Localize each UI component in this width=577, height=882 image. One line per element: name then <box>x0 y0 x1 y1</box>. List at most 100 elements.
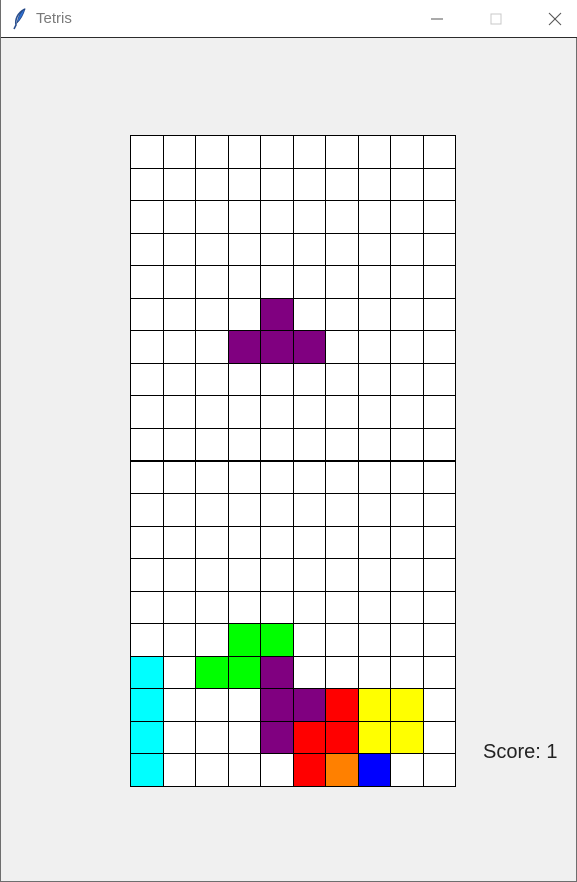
empty-cell <box>195 297 229 332</box>
empty-cell <box>162 525 196 560</box>
empty-cell <box>260 753 294 787</box>
filled-cell <box>260 720 294 755</box>
filled-cell <box>130 720 164 755</box>
empty-cell <box>292 265 326 299</box>
empty-cell <box>260 167 294 202</box>
empty-cell <box>292 167 326 202</box>
empty-cell <box>422 493 456 527</box>
empty-cell <box>292 200 326 234</box>
empty-cell <box>227 395 261 429</box>
empty-cell <box>292 623 326 657</box>
empty-cell <box>390 460 424 495</box>
filled-cell <box>325 688 359 722</box>
empty-cell <box>260 558 294 592</box>
filled-cell <box>260 330 294 364</box>
filled-cell <box>292 688 326 722</box>
empty-cell <box>422 590 456 625</box>
empty-cell <box>325 232 359 267</box>
empty-cell <box>260 590 294 625</box>
close-icon <box>548 12 562 26</box>
filled-cell <box>292 753 326 787</box>
empty-cell <box>130 493 164 527</box>
empty-cell <box>162 558 196 592</box>
empty-cell <box>195 493 229 527</box>
empty-cell <box>325 135 359 169</box>
empty-cell <box>227 688 261 722</box>
empty-cell <box>162 720 196 755</box>
filled-cell <box>227 655 261 690</box>
empty-cell <box>325 297 359 332</box>
filled-cell <box>195 655 229 690</box>
empty-cell <box>195 525 229 560</box>
empty-cell <box>130 362 164 397</box>
filled-cell <box>357 688 391 722</box>
empty-cell <box>227 525 261 560</box>
empty-cell <box>162 655 196 690</box>
filled-cell <box>292 330 326 364</box>
minimize-button[interactable] <box>414 0 460 38</box>
empty-cell <box>195 167 229 202</box>
empty-cell <box>130 623 164 657</box>
empty-cell <box>162 753 196 787</box>
empty-cell <box>227 427 261 462</box>
empty-cell <box>162 232 196 267</box>
empty-cell <box>325 427 359 462</box>
empty-cell <box>422 395 456 429</box>
empty-cell <box>260 265 294 299</box>
empty-cell <box>422 460 456 495</box>
empty-cell <box>195 395 229 429</box>
empty-cell <box>325 558 359 592</box>
empty-cell <box>390 135 424 169</box>
empty-cell <box>357 297 391 332</box>
filled-cell <box>357 720 391 755</box>
empty-cell <box>422 232 456 267</box>
filled-cell <box>390 688 424 722</box>
empty-cell <box>195 232 229 267</box>
empty-cell <box>325 525 359 560</box>
empty-cell <box>227 232 261 267</box>
empty-cell <box>162 623 196 657</box>
game-board[interactable] <box>130 135 456 787</box>
empty-cell <box>422 623 456 657</box>
title-bar[interactable]: Tetris <box>1 0 577 38</box>
empty-cell <box>195 753 229 787</box>
empty-cell <box>325 655 359 690</box>
filled-cell <box>260 297 294 332</box>
empty-cell <box>227 297 261 332</box>
maximize-icon <box>490 13 502 25</box>
empty-cell <box>292 297 326 332</box>
empty-cell <box>390 655 424 690</box>
filled-cell <box>130 753 164 787</box>
empty-cell <box>292 525 326 560</box>
score-label: Score: 1 <box>483 741 558 763</box>
empty-cell <box>162 362 196 397</box>
empty-cell <box>195 362 229 397</box>
empty-cell <box>422 720 456 755</box>
empty-cell <box>130 460 164 495</box>
empty-cell <box>357 655 391 690</box>
empty-cell <box>357 265 391 299</box>
empty-cell <box>292 427 326 462</box>
empty-cell <box>292 135 326 169</box>
empty-cell <box>422 688 456 722</box>
empty-cell <box>130 232 164 267</box>
empty-cell <box>390 753 424 787</box>
empty-cell <box>357 525 391 560</box>
maximize-button[interactable] <box>473 0 519 38</box>
empty-cell <box>390 330 424 364</box>
empty-cell <box>292 558 326 592</box>
empty-cell <box>325 623 359 657</box>
empty-cell <box>422 753 456 787</box>
empty-cell <box>325 167 359 202</box>
empty-cell <box>292 493 326 527</box>
app-window: Tetris Score: 1 <box>0 0 577 882</box>
close-button[interactable] <box>532 0 577 38</box>
empty-cell <box>422 200 456 234</box>
empty-cell <box>422 265 456 299</box>
empty-cell <box>422 135 456 169</box>
empty-cell <box>227 362 261 397</box>
filled-cell <box>325 753 359 787</box>
empty-cell <box>390 265 424 299</box>
empty-cell <box>357 167 391 202</box>
empty-cell <box>195 460 229 495</box>
